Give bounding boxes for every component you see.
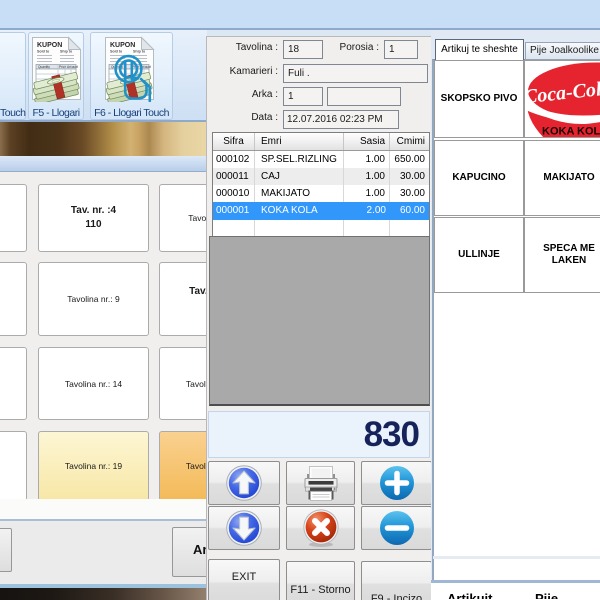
svg-text:Price: Price xyxy=(59,65,66,69)
svg-text:KOKA KOLA: KOKA KOLA xyxy=(542,126,600,138)
svg-text:Ship to: Ship to xyxy=(133,50,146,54)
svg-text:Amount: Amount xyxy=(67,65,78,69)
svg-text:Sold to: Sold to xyxy=(110,50,123,54)
svg-text:Sold to: Sold to xyxy=(37,50,50,54)
svg-text:KUPON: KUPON xyxy=(110,42,135,49)
svg-text:KUPON: KUPON xyxy=(37,42,62,49)
svg-text:Quantity: Quantity xyxy=(38,65,50,69)
svg-text:Ship to: Ship to xyxy=(60,50,73,54)
